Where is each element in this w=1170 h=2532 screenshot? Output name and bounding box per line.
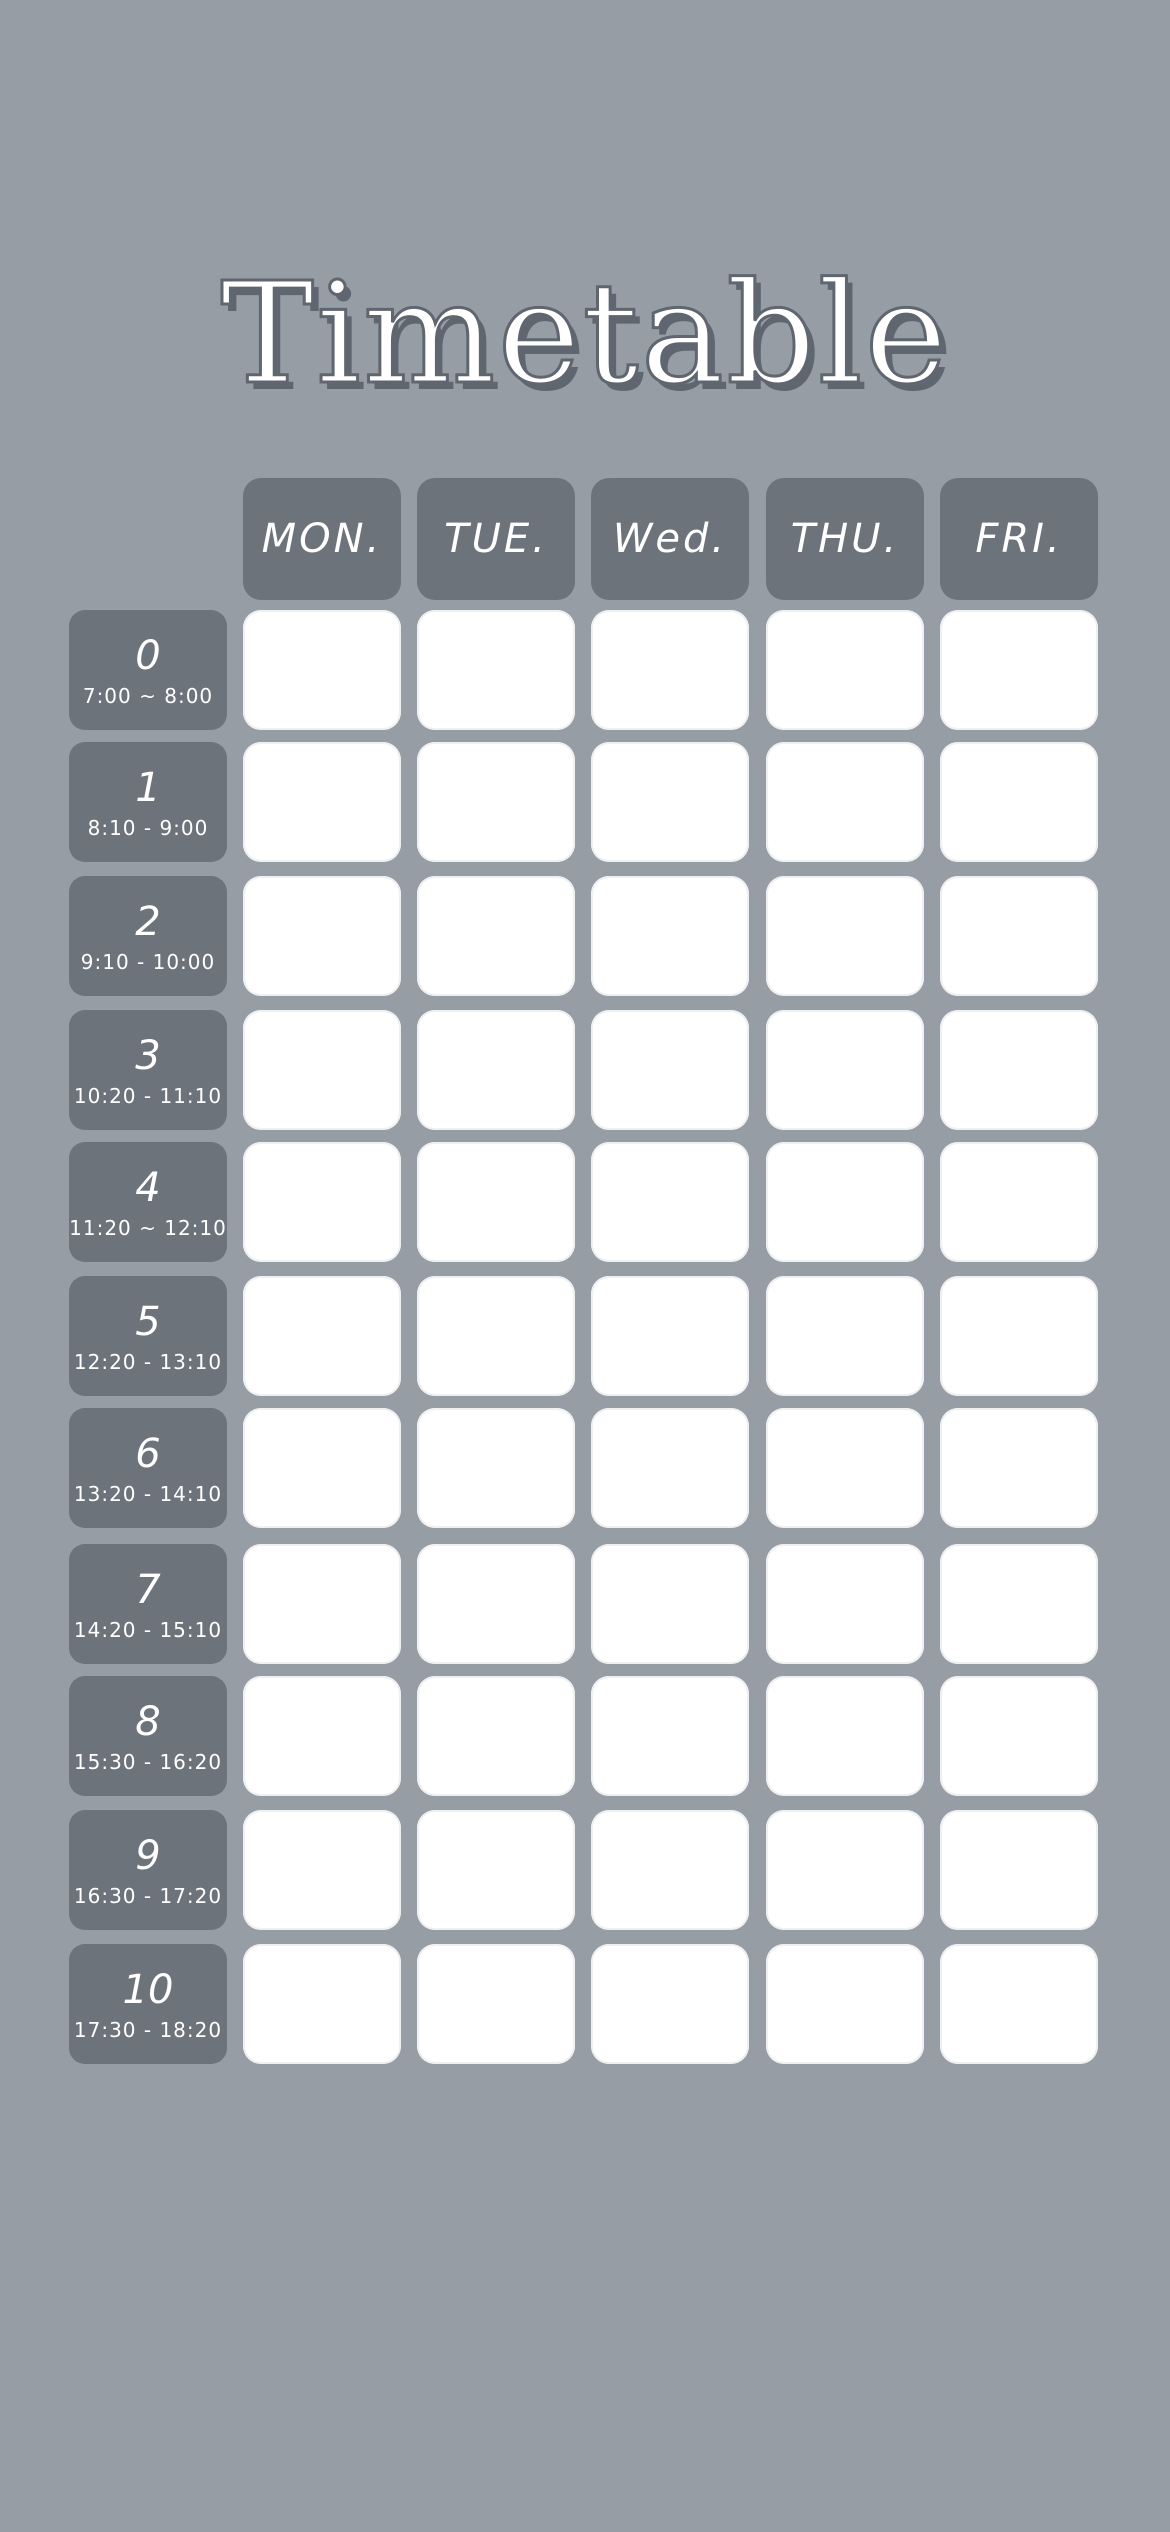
timetable-cell-fri-period-2[interactable]: [940, 876, 1098, 996]
day-header-mon: MON.: [243, 478, 401, 600]
timetable-cell-fri-period-10[interactable]: [940, 1944, 1098, 2064]
timetable-cell-wed-period-3[interactable]: [591, 1010, 749, 1130]
period-number: 0: [135, 633, 161, 679]
timetable-cell-tue-period-2[interactable]: [417, 876, 575, 996]
period-label-3: 3 10:20 - 11:10: [69, 1010, 227, 1130]
timetable-cell-tue-period-5[interactable]: [417, 1276, 575, 1396]
period-time: 14:20 - 15:10: [73, 1618, 223, 1642]
period-time: 7:00 ~ 8:00: [82, 684, 214, 708]
period-time: 9:10 - 10:00: [80, 950, 216, 974]
timetable-cell-wed-period-6[interactable]: [591, 1408, 749, 1528]
timetable-grid: MON. TUE. Wed. THU. FRI. 0 7:00 ~ 8:00 1…: [0, 0, 1170, 2532]
period-number: 8: [135, 1699, 161, 1745]
timetable-cell-fri-period-0[interactable]: [940, 610, 1098, 730]
period-number: 7: [135, 1567, 161, 1613]
timetable-cell-wed-period-9[interactable]: [591, 1810, 749, 1930]
timetable-cell-fri-period-9[interactable]: [940, 1810, 1098, 1930]
timetable-cell-tue-period-9[interactable]: [417, 1810, 575, 1930]
period-time: 8:10 - 9:00: [87, 816, 209, 840]
timetable-cell-thu-period-7[interactable]: [766, 1544, 924, 1664]
timetable-cell-wed-period-2[interactable]: [591, 876, 749, 996]
period-number: 5: [135, 1299, 161, 1345]
timetable-cell-wed-period-8[interactable]: [591, 1676, 749, 1796]
timetable-cell-tue-period-3[interactable]: [417, 1010, 575, 1130]
period-number: 10: [122, 1967, 174, 2013]
timetable-cell-mon-period-10[interactable]: [243, 1944, 401, 2064]
timetable-cell-tue-period-10[interactable]: [417, 1944, 575, 2064]
period-time: 10:20 - 11:10: [73, 1084, 223, 1108]
period-number: 2: [135, 899, 161, 945]
timetable-cell-fri-period-7[interactable]: [940, 1544, 1098, 1664]
period-label-4: 4 11:20 ~ 12:10: [69, 1142, 227, 1262]
period-number: 6: [135, 1431, 161, 1477]
timetable-cell-mon-period-6[interactable]: [243, 1408, 401, 1528]
timetable-cell-fri-period-8[interactable]: [940, 1676, 1098, 1796]
period-time: 16:30 - 17:20: [73, 1884, 223, 1908]
timetable-cell-thu-period-8[interactable]: [766, 1676, 924, 1796]
timetable-cell-fri-period-6[interactable]: [940, 1408, 1098, 1528]
timetable-cell-thu-period-0[interactable]: [766, 610, 924, 730]
timetable-cell-mon-period-0[interactable]: [243, 610, 401, 730]
timetable-cell-thu-period-1[interactable]: [766, 742, 924, 862]
timetable-cell-fri-period-1[interactable]: [940, 742, 1098, 862]
day-header-wed: Wed.: [591, 478, 749, 600]
timetable-cell-mon-period-4[interactable]: [243, 1142, 401, 1262]
period-time: 11:20 ~ 12:10: [69, 1216, 227, 1240]
timetable-cell-tue-period-0[interactable]: [417, 610, 575, 730]
period-number: 9: [135, 1833, 161, 1879]
timetable-cell-wed-period-1[interactable]: [591, 742, 749, 862]
timetable-cell-thu-period-6[interactable]: [766, 1408, 924, 1528]
timetable-cell-thu-period-4[interactable]: [766, 1142, 924, 1262]
timetable-cell-fri-period-3[interactable]: [940, 1010, 1098, 1130]
period-time: 15:30 - 16:20: [73, 1750, 223, 1774]
day-header-thu: THU.: [766, 478, 924, 600]
timetable-cell-wed-period-4[interactable]: [591, 1142, 749, 1262]
period-label-7: 7 14:20 - 15:10: [69, 1544, 227, 1664]
timetable-cell-mon-period-5[interactable]: [243, 1276, 401, 1396]
period-time: 17:30 - 18:20: [73, 2018, 223, 2042]
timetable-cell-mon-period-1[interactable]: [243, 742, 401, 862]
timetable-cell-thu-period-5[interactable]: [766, 1276, 924, 1396]
period-number: 4: [135, 1165, 161, 1211]
timetable-cell-mon-period-7[interactable]: [243, 1544, 401, 1664]
timetable-cell-thu-period-2[interactable]: [766, 876, 924, 996]
period-time: 13:20 - 14:10: [73, 1482, 223, 1506]
period-label-9: 9 16:30 - 17:20: [69, 1810, 227, 1930]
period-time: 12:20 - 13:10: [73, 1350, 223, 1374]
period-number: 3: [135, 1033, 161, 1079]
timetable-cell-mon-period-8[interactable]: [243, 1676, 401, 1796]
period-label-2: 2 9:10 - 10:00: [69, 876, 227, 996]
period-label-0: 0 7:00 ~ 8:00: [69, 610, 227, 730]
period-label-8: 8 15:30 - 16:20: [69, 1676, 227, 1796]
period-label-6: 6 13:20 - 14:10: [69, 1408, 227, 1528]
timetable-cell-thu-period-10[interactable]: [766, 1944, 924, 2064]
timetable-cell-wed-period-0[interactable]: [591, 610, 749, 730]
timetable-cell-wed-period-10[interactable]: [591, 1944, 749, 2064]
timetable-cell-mon-period-2[interactable]: [243, 876, 401, 996]
timetable-cell-tue-period-8[interactable]: [417, 1676, 575, 1796]
timetable-cell-tue-period-6[interactable]: [417, 1408, 575, 1528]
timetable-cell-fri-period-5[interactable]: [940, 1276, 1098, 1396]
period-label-10: 10 17:30 - 18:20: [69, 1944, 227, 2064]
timetable-cell-thu-period-9[interactable]: [766, 1810, 924, 1930]
timetable-cell-thu-period-3[interactable]: [766, 1010, 924, 1130]
timetable-cell-wed-period-5[interactable]: [591, 1276, 749, 1396]
timetable-cell-mon-period-9[interactable]: [243, 1810, 401, 1930]
period-number: 1: [135, 765, 161, 811]
period-label-1: 1 8:10 - 9:00: [69, 742, 227, 862]
day-header-tue: TUE.: [417, 478, 575, 600]
timetable-cell-fri-period-4[interactable]: [940, 1142, 1098, 1262]
timetable-cell-tue-period-7[interactable]: [417, 1544, 575, 1664]
timetable-cell-tue-period-4[interactable]: [417, 1142, 575, 1262]
day-header-fri: FRI.: [940, 478, 1098, 600]
timetable-cell-wed-period-7[interactable]: [591, 1544, 749, 1664]
timetable-cell-tue-period-1[interactable]: [417, 742, 575, 862]
timetable-cell-mon-period-3[interactable]: [243, 1010, 401, 1130]
period-label-5: 5 12:20 - 13:10: [69, 1276, 227, 1396]
